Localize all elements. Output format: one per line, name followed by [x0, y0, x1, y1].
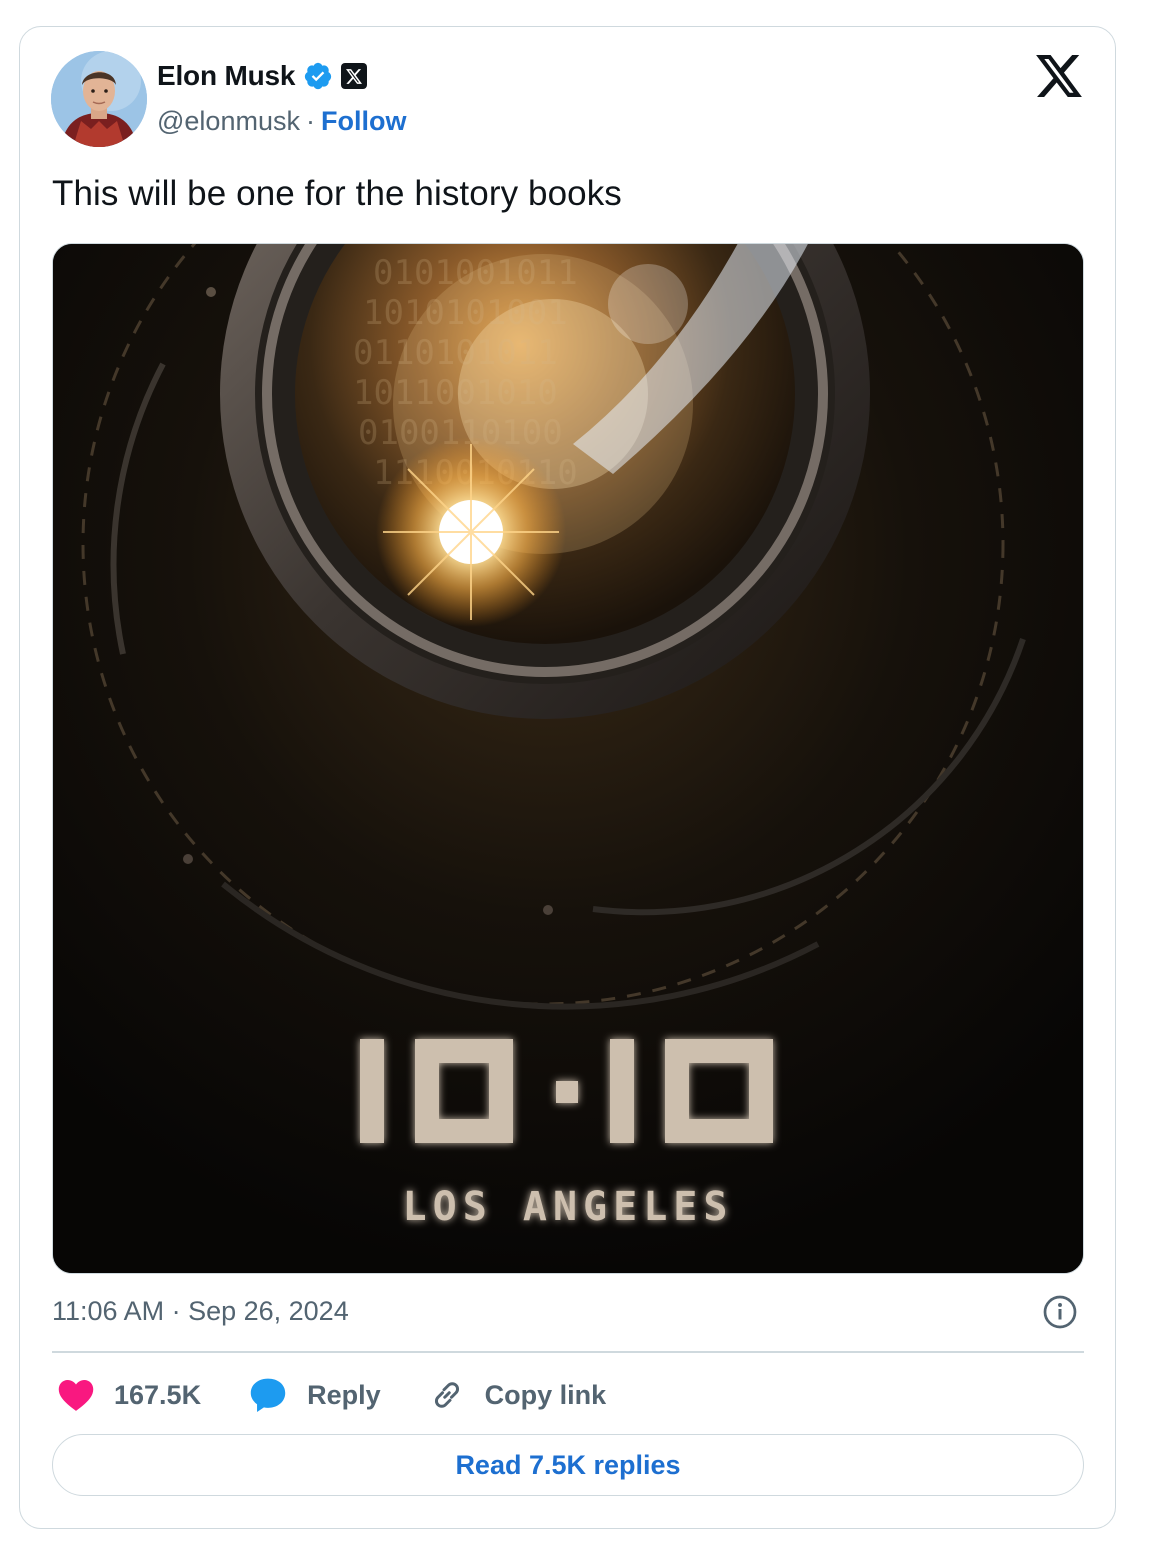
svg-text:1010101001: 1010101001 [363, 293, 568, 333]
x-logo-icon[interactable] [1036, 55, 1082, 97]
avatar[interactable] [51, 51, 147, 147]
heart-icon [58, 1380, 94, 1411]
author-name[interactable]: Elon Musk [157, 60, 295, 92]
likes-count: 167.5K [114, 1379, 202, 1410]
follow-button[interactable]: Follow [321, 106, 406, 137]
author-handle[interactable]: @elonmusk [157, 106, 300, 137]
verified-badge-icon [305, 62, 332, 90]
copy-link-button[interactable]: Copy link [429, 1377, 607, 1413]
tweet-text: This will be one for the history books [52, 174, 622, 213]
link-icon [434, 1382, 459, 1408]
tweet-timestamp[interactable]: 11:06 AM · Sep 26, 2024 [52, 1296, 349, 1327]
read-replies-button[interactable]: Read 7.5K replies [52, 1434, 1084, 1496]
tweet-actions: 167.5K Reply Copy link [58, 1374, 654, 1416]
copy-link-label: Copy link [484, 1379, 607, 1410]
svg-text:1011001010: 1011001010 [353, 373, 558, 413]
like-button[interactable]: 167.5K [58, 1378, 201, 1412]
divider [52, 1351, 1084, 1353]
reply-label: Reply [307, 1379, 381, 1410]
read-replies-label: Read 7.5K replies [455, 1449, 681, 1480]
reply-button[interactable]: Reply [249, 1377, 381, 1413]
svg-text:0110101011: 0110101011 [353, 333, 558, 373]
info-icon[interactable] [1042, 1294, 1078, 1330]
tweet-media-image[interactable]: 0101001011 1010101001 0110101011 1011001… [52, 243, 1084, 1274]
media-location-text: LOS ANGELES [403, 1184, 734, 1230]
author-name-row: Elon Musk [157, 60, 368, 92]
svg-text:0101001011: 0101001011 [373, 253, 578, 293]
author-handle-row: @elonmusk · Follow [157, 106, 406, 137]
x-affiliate-icon [341, 63, 368, 89]
reply-icon [250, 1378, 286, 1413]
separator-dot: · [305, 106, 315, 136]
